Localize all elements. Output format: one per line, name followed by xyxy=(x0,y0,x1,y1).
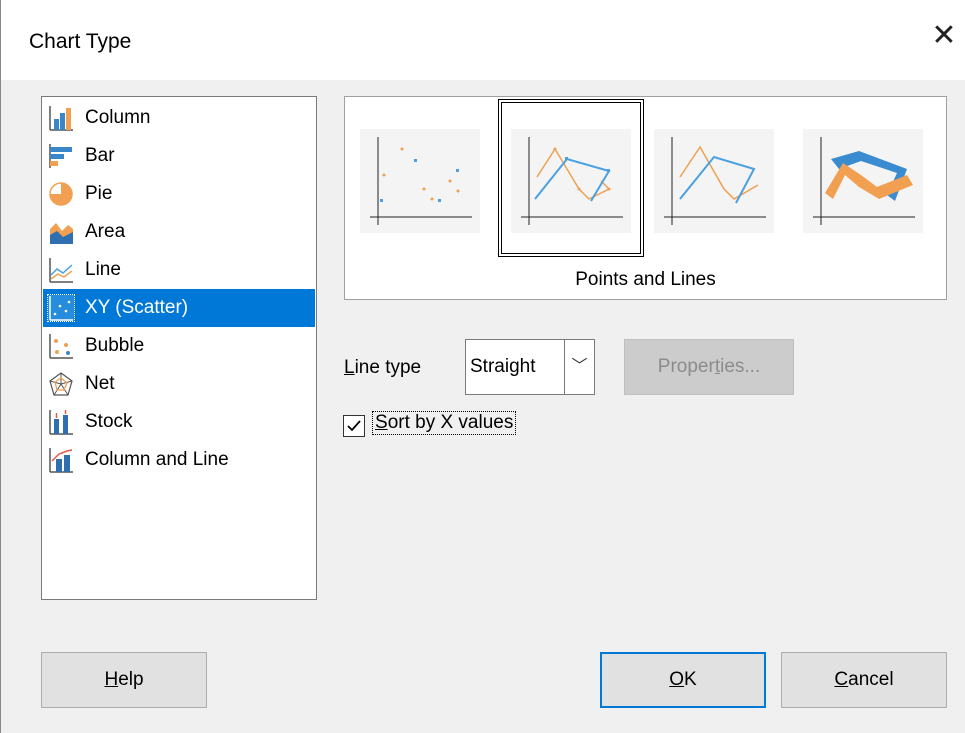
net-chart-icon xyxy=(49,372,73,396)
chart-type-label: Column and Line xyxy=(85,449,229,470)
variant-points-and-lines[interactable] xyxy=(511,129,631,233)
title-bar: Chart Type ✕ xyxy=(1,0,965,80)
cancel-button[interactable]: Cancel xyxy=(781,652,947,708)
chart-type-label: Line xyxy=(85,259,121,280)
column-line-chart-icon xyxy=(49,448,73,473)
chart-type-line[interactable]: Line xyxy=(43,251,315,289)
variant-lines-only[interactable] xyxy=(654,129,774,233)
column-chart-icon xyxy=(49,106,73,131)
chart-type-label: Pie xyxy=(85,183,113,204)
chart-type-label: Stock xyxy=(85,411,133,432)
line-type-label: Line type xyxy=(344,357,422,378)
chart-type-list[interactable]: Column Bar Pie Area Line XY (Scatter) Bu… xyxy=(41,96,317,600)
properties-button[interactable]: Proper t ies... xyxy=(624,339,794,395)
variant-label: Points and Lines xyxy=(575,269,716,290)
chart-type-column[interactable]: Column xyxy=(43,99,315,137)
close-icon[interactable]: ✕ xyxy=(926,18,962,54)
chart-type-pie[interactable]: Pie xyxy=(43,175,315,213)
variant-points-only[interactable] xyxy=(360,129,480,233)
chart-type-stock[interactable]: Stock xyxy=(43,403,315,441)
chart-type-bubble[interactable]: Bubble xyxy=(43,327,315,365)
stock-chart-icon xyxy=(49,410,73,435)
chart-type-xy-scatter[interactable]: XY (Scatter) xyxy=(43,289,315,327)
line-type-value: Straight xyxy=(470,356,536,377)
chevron-down-icon[interactable]: ﹀ xyxy=(564,340,594,394)
variant-3d-lines[interactable] xyxy=(803,129,923,233)
chart-type-bar[interactable]: Bar xyxy=(43,137,315,175)
sort-by-x-label[interactable]: Sort by X values xyxy=(371,411,517,435)
chart-type-dialog: Chart Type ✕ Column Bar Pie Area Line XY… xyxy=(0,0,965,733)
chart-variant-panel: Points and Lines xyxy=(344,96,947,300)
bubble-chart-icon xyxy=(49,334,73,359)
chart-type-net[interactable]: Net xyxy=(43,365,315,403)
pie-chart-icon xyxy=(49,182,73,206)
sort-by-x-checkbox[interactable] xyxy=(343,415,365,437)
chart-type-label: XY (Scatter) xyxy=(85,297,189,318)
3d-lines-thumbnail-icon xyxy=(813,137,915,225)
help-button[interactable]: Help xyxy=(41,652,207,708)
chart-type-label: Net xyxy=(85,373,115,394)
dialog-title: Chart Type xyxy=(29,30,132,53)
line-type-dropdown[interactable]: Straight ﹀ xyxy=(465,339,595,395)
checkmark-icon xyxy=(347,420,361,432)
ok-button[interactable]: OK xyxy=(600,652,766,708)
chart-type-label: Area xyxy=(85,221,126,242)
bar-chart-icon xyxy=(49,144,72,168)
points-only-thumbnail-icon xyxy=(370,137,472,225)
chart-type-column-and-line[interactable]: Column and Line xyxy=(43,441,315,479)
lines-only-thumbnail-icon xyxy=(664,137,766,225)
area-chart-icon xyxy=(50,223,73,244)
chart-type-label: Column xyxy=(85,107,151,128)
line-chart-icon xyxy=(49,258,73,283)
points-and-lines-thumbnail-icon xyxy=(521,137,623,225)
chart-type-area[interactable]: Area xyxy=(43,213,315,251)
scatter-chart-icon xyxy=(47,294,75,322)
chart-type-label: Bubble xyxy=(85,335,145,356)
chart-type-label: Bar xyxy=(85,145,115,166)
